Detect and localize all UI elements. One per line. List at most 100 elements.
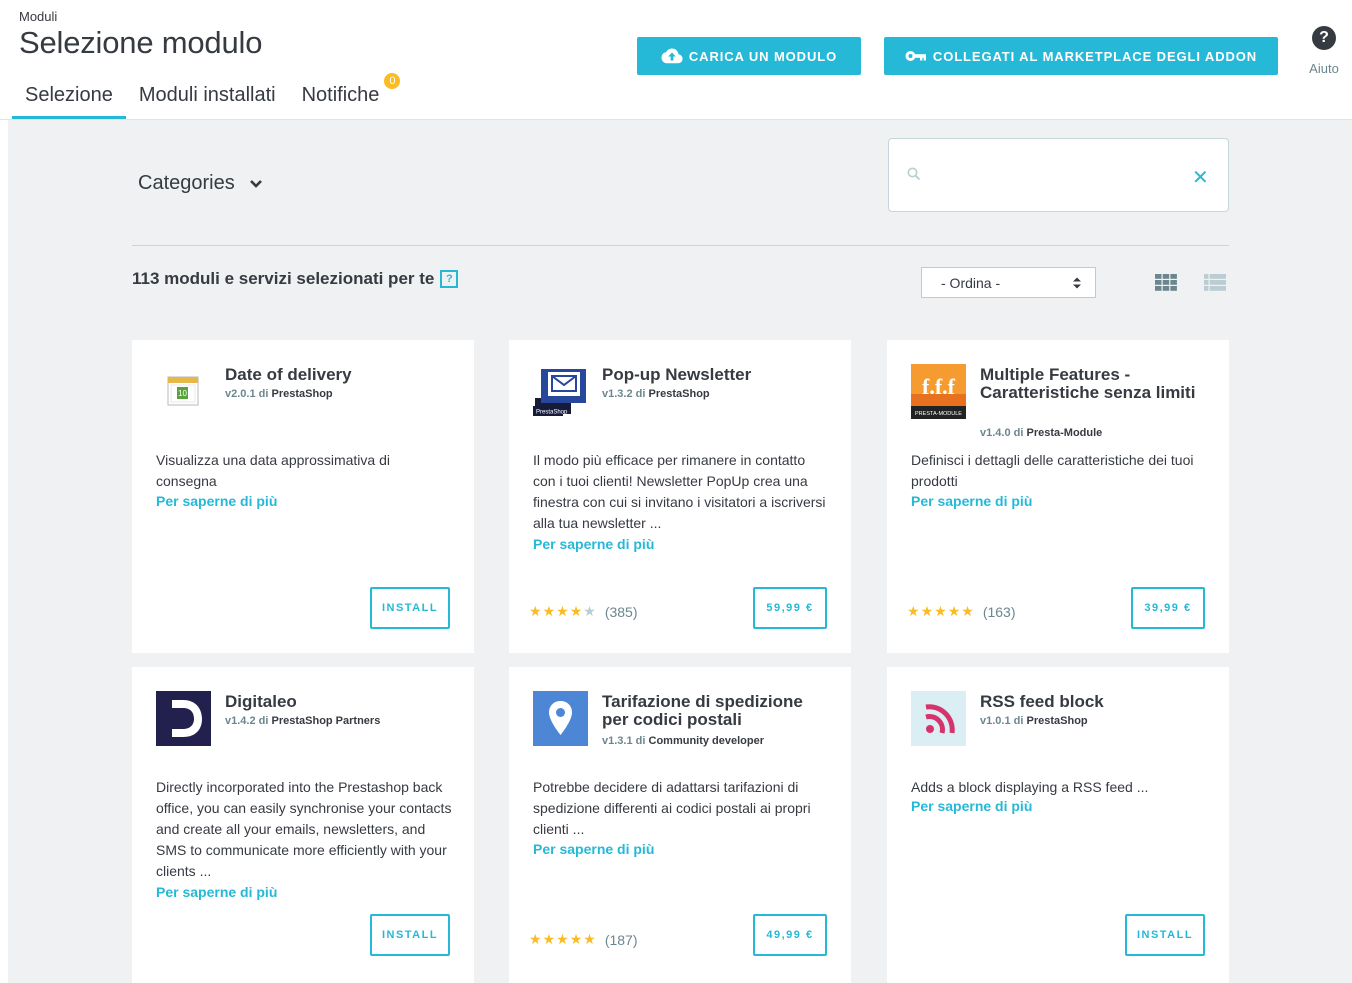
module-name[interactable]: Multiple Features - Caratteristiche senz… [980, 366, 1210, 402]
star-icon: ★ [529, 603, 542, 619]
version-number: v1.4.2 [225, 715, 256, 727]
tab-selezione[interactable]: Selezione [12, 80, 126, 119]
module-name[interactable]: Pop-up Newsletter [602, 366, 832, 384]
star-icon: ★ [542, 603, 556, 619]
module-author: PrestaShop [648, 388, 710, 400]
read-more-link[interactable]: Per saperne di più [533, 841, 654, 857]
star-half-icon: ★ [961, 603, 974, 619]
breadcrumb[interactable]: Moduli [19, 9, 57, 24]
rating-count: (187) [604, 931, 638, 948]
module-search: ✕ [888, 138, 1229, 212]
version-number: v1.3.2 [602, 388, 633, 400]
module-card-rss-feed-block: RSS feed block v1.0.1 di PrestaShop Adds… [887, 667, 1229, 983]
rating-count: (163) [982, 603, 1016, 620]
marketplace-connect-label: COLLEGATI AL MARKETPLACE DEGLI ADDON [932, 48, 1258, 64]
version-number: v1.4.0 [980, 427, 1011, 439]
cloud-upload-icon [661, 48, 683, 64]
module-tabs: Selezione Moduli installati Notifiche 0 [12, 73, 401, 120]
star-icon: ★ [920, 603, 934, 619]
install-button[interactable]: INSTALL [370, 587, 450, 629]
module-name[interactable]: Digitaleo [225, 693, 455, 711]
install-button[interactable]: INSTALL [1125, 914, 1205, 956]
tab-label: Selezione [25, 84, 113, 106]
buy-button[interactable]: 59,99 € [753, 587, 827, 629]
sort-select[interactable]: - Ordina - [921, 267, 1096, 298]
module-card-tarifazione-spedizione: Tarifazione di spedizione per codici pos… [509, 667, 851, 983]
module-description: Il modo più efficace per rimanere in con… [533, 452, 826, 531]
newsletter-icon: PrestaShop [533, 369, 586, 416]
module-version: v1.4.2 di PrestaShop Partners [225, 715, 380, 727]
module-card-date-of-delivery: 10 Date of delivery v2.0.1 di PrestaShop… [132, 340, 474, 653]
tab-moduli-installati[interactable]: Moduli installati [126, 80, 289, 119]
version-number: v1.0.1 [980, 715, 1011, 727]
module-name[interactable]: Tarifazione di spedizione per codici pos… [602, 693, 832, 729]
divider [132, 245, 1229, 246]
module-card-popup-newsletter: PrestaShop Pop-up Newsletter v1.3.2 di P… [509, 340, 851, 653]
module-description: Potrebbe decidere di adattarsi tarifazio… [533, 779, 811, 837]
module-description: Adds a block displaying a RSS feed ... [911, 779, 1149, 795]
read-more-link[interactable]: Per saperne di più [911, 493, 1032, 509]
star-icon: ★ [556, 931, 569, 947]
version-by: di [635, 735, 646, 747]
read-more-link[interactable]: Per saperne di più [156, 493, 277, 509]
module-rating: ★ ★ ★ ★ ★ (187) [529, 931, 638, 948]
categories-label: Categories [138, 172, 235, 194]
module-author: PrestaShop [271, 388, 333, 400]
logo-text: PrestaShop [536, 410, 568, 416]
help-icon: ? [1312, 26, 1336, 50]
buy-button[interactable]: 49,99 € [753, 914, 827, 956]
page-header: Moduli Selezione modulo CARICA UN MODULO… [0, 0, 1352, 120]
version-number: v1.3.1 [602, 735, 633, 747]
module-card-multiple-features: f.f.f PRESTA-MODULE Multiple Features - … [887, 340, 1229, 653]
tab-notifiche[interactable]: Notifiche 0 [289, 73, 401, 119]
sort-arrows-icon [1073, 277, 1081, 289]
read-more-link[interactable]: Per saperne di più [911, 798, 1032, 814]
module-catalog: Categories ✕ 113 moduli e servizi selezi… [8, 120, 1352, 983]
module-version: v1.3.1 di Community developer [602, 735, 764, 747]
categories-dropdown[interactable]: Categories [138, 172, 263, 195]
read-more-link[interactable]: Per saperne di più [156, 884, 277, 900]
digitaleo-icon [156, 691, 211, 746]
info-icon[interactable]: ? [440, 270, 459, 288]
tab-label: Notifiche [301, 84, 380, 106]
sort-label: - Ordina - [941, 274, 1001, 291]
rss-icon [911, 691, 966, 746]
marketplace-connect-button[interactable]: COLLEGATI AL MARKETPLACE DEGLI ADDON [884, 37, 1278, 75]
upload-module-button[interactable]: CARICA UN MODULO [637, 37, 861, 75]
features-icon: f.f.f PRESTA-MODULE [911, 364, 966, 419]
results-count-text: 113 moduli e servizi selezionati per te [132, 269, 435, 288]
star-empty-icon: ★ [583, 603, 596, 619]
star-icon: ★ [947, 603, 961, 619]
install-button[interactable]: INSTALL [370, 914, 450, 956]
module-name[interactable]: RSS feed block [980, 693, 1210, 711]
module-version: v1.3.2 di PrestaShop [602, 388, 710, 400]
module-author: Community developer [648, 735, 765, 747]
star-icon: ★ [907, 603, 920, 619]
tab-label: Moduli installati [138, 84, 276, 106]
star-icon: ★ [934, 603, 947, 619]
clear-search-icon[interactable]: ✕ [1192, 165, 1209, 190]
search-input[interactable] [931, 159, 1181, 193]
version-by: di [258, 715, 269, 727]
upload-module-label: CARICA UN MODULO [688, 48, 838, 64]
module-version: v1.0.1 di PrestaShop [980, 715, 1088, 727]
grid-view-icon[interactable] [1155, 274, 1177, 291]
page-title: Selezione modulo [19, 25, 263, 60]
module-name[interactable]: Date of delivery [225, 366, 455, 384]
module-version: v2.0.1 di PrestaShop [225, 388, 333, 400]
help-button[interactable]: ? Aiuto [1300, 26, 1348, 76]
read-more-link[interactable]: Per saperne di più [533, 536, 654, 552]
search-icon [907, 167, 921, 181]
results-count: 113 moduli e servizi selezionati per te … [132, 269, 459, 289]
chevron-down-icon [249, 179, 262, 188]
version-by: di [1013, 427, 1024, 439]
rating-count: (385) [604, 603, 638, 620]
key-icon [905, 51, 926, 61]
star-half-icon: ★ [583, 931, 596, 947]
list-view-icon[interactable] [1204, 274, 1226, 291]
buy-button[interactable]: 39,99 € [1131, 587, 1205, 629]
module-author: Presta-Module [1026, 427, 1103, 439]
star-icon: ★ [542, 931, 556, 947]
module-rating: ★ ★ ★ ★ ★ (385) [529, 603, 638, 620]
module-author: PrestaShop [1026, 715, 1088, 727]
